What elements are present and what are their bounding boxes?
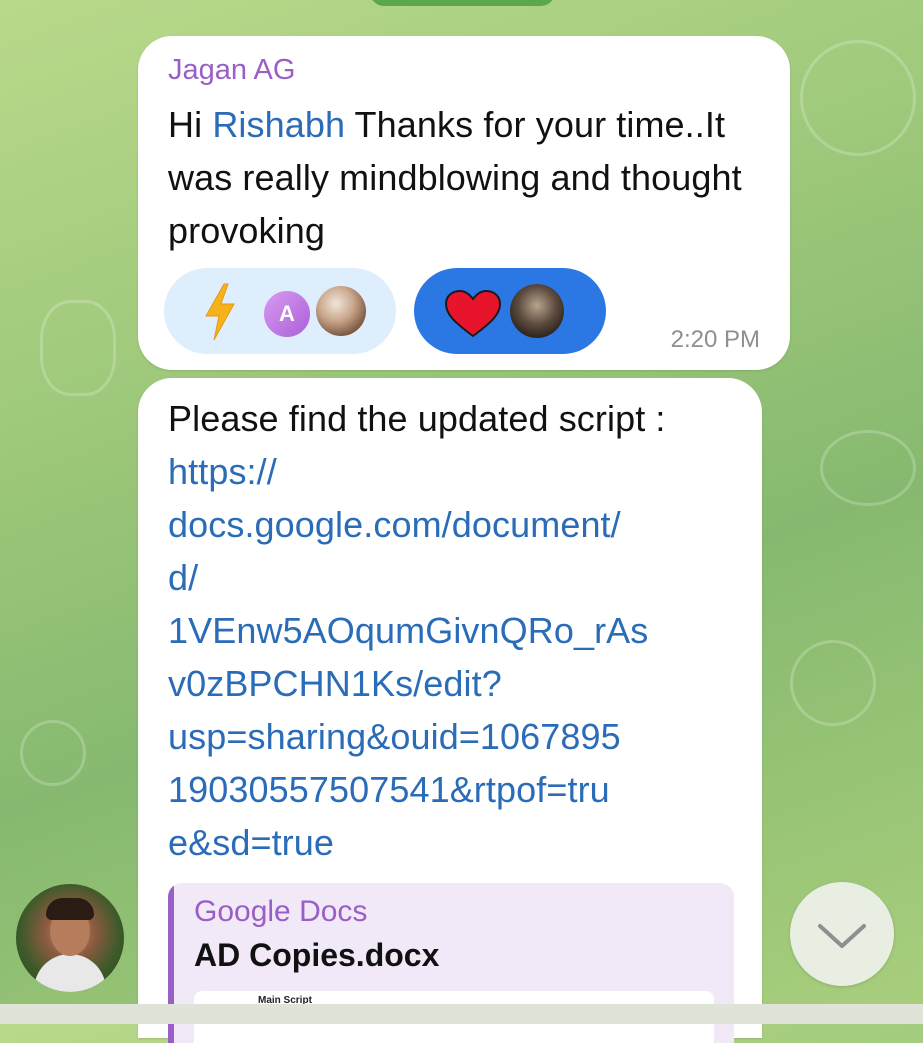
message-time: 2:20 PM [670,326,760,353]
url-link-line[interactable]: docs.google.com/document/ [168,504,621,545]
url-link-line[interactable]: v0zBPCHN1Ks/edit? [168,663,502,704]
message-text: Please find the updated script : https:/… [168,392,738,869]
avatar-shirt [34,954,106,992]
sender-name[interactable]: Jagan AG [168,54,295,87]
url-link[interactable]: https:// docs.google.com/document/d/1VEnw… [168,451,648,863]
url-link-line[interactable]: d/ [168,557,198,598]
message-text-part: Please find the updated script : [168,398,666,439]
url-link-line[interactable]: 19030557507541&rtpof=tru [168,769,610,810]
preview-site-name: Google Docs [194,895,368,928]
scroll-to-bottom-button[interactable] [790,882,894,986]
reactor-avatar: A [262,289,312,339]
sender-avatar[interactable] [16,884,124,992]
message-text: Hi Rishabh Thanks for your time..It was … [168,98,778,257]
message-text-part: Hi [168,104,213,145]
background-doodle [790,640,876,726]
chevron-down-icon [818,924,866,948]
background-doodle [20,720,86,786]
url-link-line[interactable]: https:// [168,451,277,492]
url-link-line[interactable]: e&sd=true [168,822,334,863]
background-doodle [800,40,916,156]
lightning-bolt-icon [205,283,235,341]
url-link-line[interactable]: 1VEnw5AOqumGivnQRo_rAs [168,610,648,651]
reactor-avatar-photo [316,286,366,336]
url-link-line[interactable]: usp=sharing&ouid=1067895 [168,716,621,757]
reactor-avatar-photo [510,284,564,338]
reaction-lightning[interactable]: A [164,268,396,354]
preview-title: AD Copies.docx [194,937,440,973]
input-area-edge [0,1004,923,1024]
top-pinned-pill [370,0,555,6]
background-doodle [40,300,116,396]
reaction-heart[interactable] [414,268,606,354]
background-doodle [820,430,916,506]
heart-icon [444,290,502,338]
message-bubble-received[interactable]: Please find the updated script : https:/… [138,378,762,1043]
avatar-hair [46,898,94,920]
message-bubble-received[interactable]: Jagan AG Hi Rishabh Thanks for your time… [138,36,790,370]
mention-link[interactable]: Rishabh [212,104,345,145]
